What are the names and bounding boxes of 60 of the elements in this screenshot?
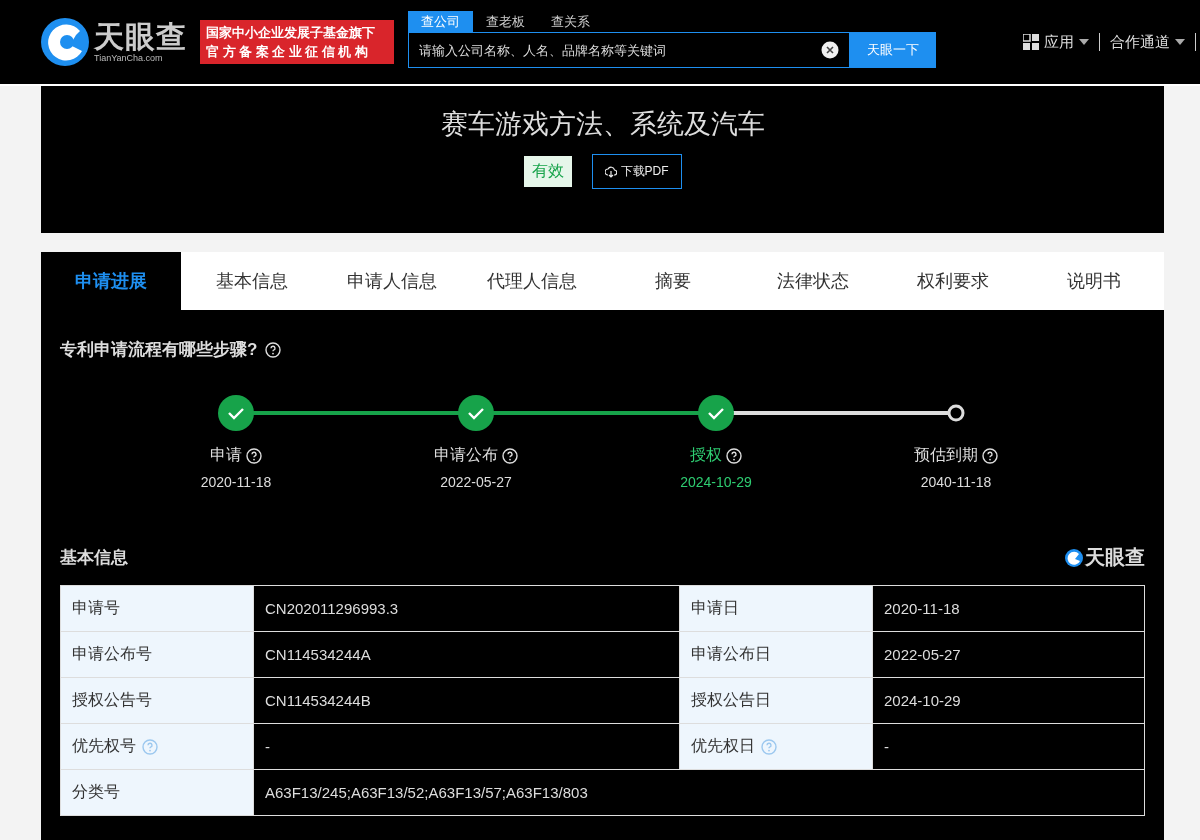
nav-menu[interactable]: 应用 (1023, 32, 1089, 52)
search-tab[interactable]: 查老板 (473, 11, 538, 32)
table-cell: - (872, 723, 1145, 770)
section-tab[interactable]: 摘要 (602, 252, 743, 310)
step-date: 2022-05-27 (440, 474, 512, 490)
section-tab[interactable]: 法律状态 (742, 252, 884, 310)
step-date: 2020-11-18 (200, 474, 272, 490)
logo-icon (1065, 548, 1083, 567)
step-label: 授权 (690, 445, 722, 465)
section-tab[interactable]: 基本信息 (181, 252, 322, 310)
table-cell: CN202011296993.3 (253, 585, 680, 632)
search-tab[interactable]: 查关系 (538, 11, 603, 32)
section-tab[interactable]: 申请进展 (41, 252, 182, 310)
step-date: 2040-11-18 (920, 474, 992, 490)
patent-title: 赛车游戏方法、系统及汽车 (440, 108, 765, 141)
nav-menu[interactable]: 合作通道 (1110, 32, 1185, 52)
step-date: 2024-10-29 (680, 474, 752, 490)
step-label: 申请公布 (434, 445, 498, 465)
brand-name: 天眼查 (1085, 545, 1145, 570)
table-cell: 申请日 (679, 585, 873, 632)
logo-domain: TianYanCha.com (94, 53, 164, 63)
caret-icon (1079, 39, 1089, 45)
help-icon (726, 447, 742, 464)
step-label: 预估到期 (914, 445, 978, 465)
table-cell: 2022-05-27 (872, 631, 1145, 678)
table-cell: 优先权日 (690, 737, 755, 754)
table-cell: 申请号 (60, 585, 254, 632)
table-cell: 分类号 (60, 769, 254, 816)
slogan-text: 官方备案企业征信机构 (206, 43, 372, 61)
help-icon (982, 447, 998, 464)
logo-icon (40, 17, 90, 67)
table-cell: 优先权号 (72, 737, 136, 754)
cloud-download-icon (604, 165, 617, 178)
slogan-text: 国家中小企业发展子基金旗下 (206, 24, 376, 42)
help-icon (246, 447, 262, 464)
table-cell: 申请公布日 (679, 631, 873, 678)
table-cell: 申请公布号 (60, 631, 254, 678)
table-cell: 授权公告号 (60, 677, 254, 724)
table-cell: 授权公告日 (679, 677, 873, 724)
section-tab[interactable]: 说明书 (1023, 252, 1164, 310)
clear-icon (821, 41, 839, 59)
grid-icon (1023, 34, 1039, 50)
step-label: 申请 (210, 445, 242, 465)
logo-name: 天眼查 (94, 21, 187, 53)
status-tag: 有效 (523, 156, 572, 187)
download-button[interactable]: 下载PDF (591, 154, 682, 189)
caret-icon (1175, 39, 1185, 45)
table-cell: - (253, 723, 680, 770)
section-heading: 基本信息 (60, 547, 128, 569)
section-tab[interactable]: 代理人信息 (462, 252, 603, 310)
table-cell: A63F13/245;A63F13/52;A63F13/57;A63F13/803 (253, 769, 1145, 816)
section-heading: 专利申请流程有哪些步骤? (60, 339, 258, 361)
section-tab[interactable]: 权利要求 (883, 252, 1024, 310)
help-icon (265, 341, 282, 358)
section-tab[interactable]: 申请人信息 (321, 252, 463, 310)
table-cell: CN114534244A (253, 631, 680, 678)
table-cell: CN114534244B (253, 677, 680, 724)
help-icon (502, 447, 518, 464)
table-cell: 2020-11-18 (872, 585, 1145, 632)
table-cell: 2024-10-29 (872, 677, 1145, 724)
